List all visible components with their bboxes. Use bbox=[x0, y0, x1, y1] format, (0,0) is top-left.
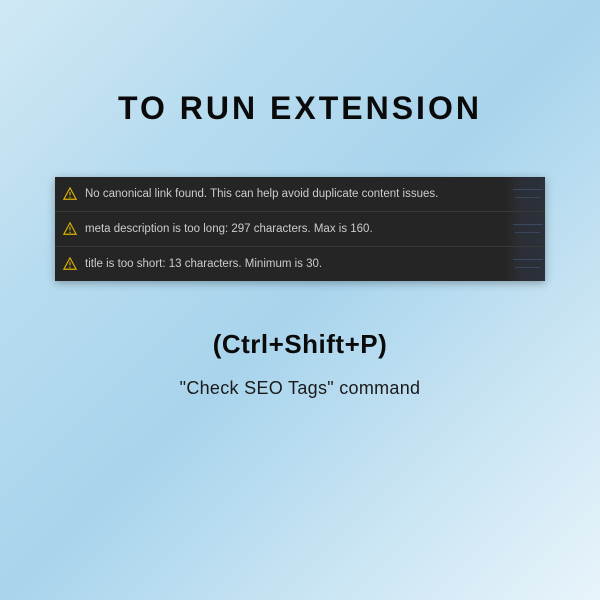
minimap-decoration bbox=[505, 212, 545, 246]
warning-row[interactable]: title is too short: 13 characters. Minim… bbox=[55, 247, 545, 281]
keyboard-shortcut: (Ctrl+Shift+P) bbox=[213, 329, 388, 360]
page-heading: TO RUN EXTENSION bbox=[118, 90, 482, 127]
warning-icon bbox=[63, 257, 77, 271]
minimap-decoration bbox=[505, 247, 545, 281]
warning-row[interactable]: No canonical link found. This can help a… bbox=[55, 177, 545, 212]
warnings-panel: No canonical link found. This can help a… bbox=[55, 177, 545, 281]
minimap-decoration bbox=[505, 177, 545, 211]
command-label: "Check SEO Tags" command bbox=[180, 378, 421, 399]
warning-row[interactable]: meta description is too long: 297 charac… bbox=[55, 212, 545, 247]
warning-icon bbox=[63, 187, 77, 201]
warning-message: title is too short: 13 characters. Minim… bbox=[85, 258, 322, 270]
warning-message: meta description is too long: 297 charac… bbox=[85, 223, 373, 235]
warning-message: No canonical link found. This can help a… bbox=[85, 188, 438, 200]
warning-icon bbox=[63, 222, 77, 236]
